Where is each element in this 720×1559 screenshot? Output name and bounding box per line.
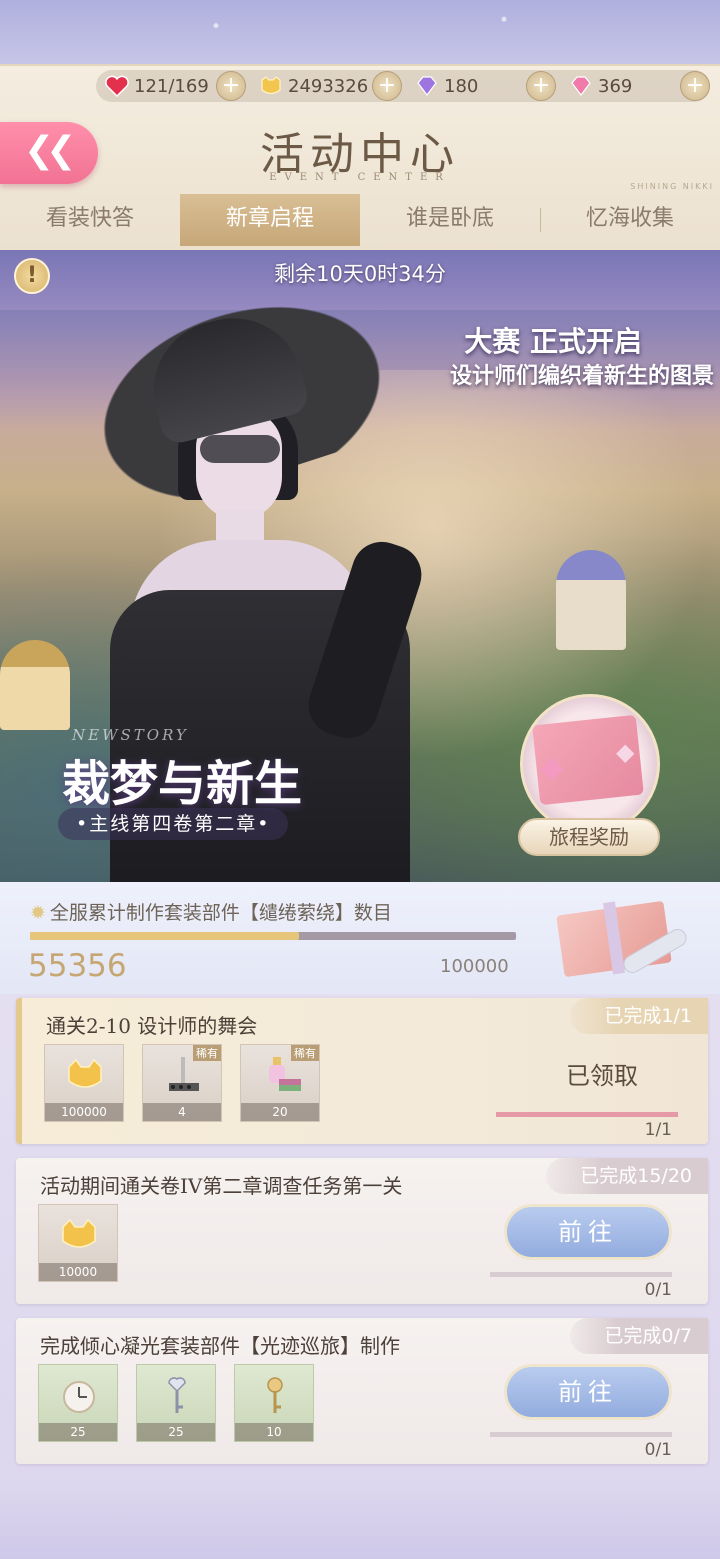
resource-stamina: 121/169	[104, 70, 209, 102]
task-title: 通关2-10 设计师的舞会	[46, 1014, 258, 1038]
journey-reward-button[interactable]: 旅程奖励	[518, 818, 660, 856]
gazebo-illustration	[556, 550, 626, 650]
reward-quantity: 25	[39, 1423, 117, 1441]
reward-quantity: 10	[235, 1423, 313, 1441]
story-english-label: NEWSTORY	[72, 726, 189, 744]
story-title: 裁梦与新生	[62, 756, 303, 812]
task-status-badge: 已完成1/1	[570, 998, 708, 1034]
tab-who-is-spy[interactable]: 谁是卧底	[360, 194, 540, 246]
resource-pink-diamond: 369	[568, 70, 632, 102]
task-title: 完成倾心凝光套装部件【光迹巡旅】制作	[40, 1334, 400, 1358]
stamina-value: 121/169	[134, 75, 209, 97]
page-subtitle: EVENT CENTER	[269, 172, 451, 183]
add-stamina-button[interactable]: +	[216, 71, 246, 101]
reward-item[interactable]: 25	[38, 1364, 118, 1442]
task-progress-track	[496, 1112, 678, 1117]
reward-item[interactable]: 10000	[38, 1204, 118, 1282]
tab-memory-collection[interactable]: 忆海收集	[540, 194, 720, 246]
reward-item[interactable]: 10	[234, 1364, 314, 1442]
coin-icon	[258, 74, 284, 98]
reward-quantity: 20	[241, 1103, 319, 1121]
task-progress-count: 0/1	[644, 1440, 672, 1460]
reward-quantity: 25	[137, 1423, 215, 1441]
event-banner[interactable]: ! 剩余10天0时34分 大赛 正式开启 设计师们编织着新生的图景 NEWSTO…	[0, 250, 720, 882]
go-button[interactable]: 前往	[504, 1364, 672, 1420]
promo-line-1: 大赛 正式开启	[464, 325, 642, 358]
pink-diamond-value: 369	[598, 75, 633, 97]
reward-quantity: 100000	[45, 1103, 123, 1121]
task-progress-count: 1/1	[644, 1120, 672, 1140]
add-coins-button[interactable]: +	[372, 71, 402, 101]
story-chapter-label: •主线第四卷第二章•	[58, 808, 289, 840]
purple-diamond-value: 180	[444, 75, 479, 97]
task-card: 活动期间通关卷IV第二章调查任务第一关 已完成15/20 10000 前往 0/…	[16, 1158, 708, 1304]
task-progress-track	[490, 1272, 672, 1277]
rare-badge: 稀有	[193, 1045, 221, 1061]
task-title: 活动期间通关卷IV第二章调查任务第一关	[40, 1174, 403, 1198]
resource-purple-diamond: 180	[414, 70, 478, 102]
server-progress-current: 55356	[28, 948, 127, 984]
tab-quick-quiz[interactable]: 看装快答	[0, 194, 180, 246]
server-progress-text: 全服累计制作套装部件【缱绻萦绕】数目	[49, 902, 392, 924]
task-card: 完成倾心凝光套装部件【光迹巡旅】制作 已完成0/7 25 25 10 前往 0/…	[16, 1318, 708, 1464]
add-purple-diamond-button[interactable]: +	[526, 71, 556, 101]
bottom-decorative-fade	[0, 1480, 720, 1559]
heart-icon	[104, 74, 130, 98]
gazebo-illustration-left	[0, 640, 70, 730]
purple-diamond-icon	[414, 74, 440, 98]
coin-value: 2493326	[288, 75, 369, 97]
reward-quantity: 10000	[39, 1263, 117, 1281]
task-progress-track	[490, 1432, 672, 1437]
server-progress-max: 100000	[440, 956, 509, 977]
reward-items: 10000	[38, 1204, 118, 1282]
flower-key-icon	[251, 1375, 299, 1415]
server-progress-fill	[30, 932, 300, 940]
gold-coin-icon	[61, 1055, 109, 1095]
task-card: 通关2-10 设计师的舞会 已完成1/1 100000 稀有 4 稀有 20 已…	[16, 998, 708, 1144]
server-progress-section: ✹ 全服累计制作套装部件【缱绻萦绕】数目 55356 100000	[0, 882, 720, 994]
rare-badge: 稀有	[291, 1045, 319, 1061]
reward-items: 25 25 10	[38, 1364, 314, 1442]
claimed-label: 已领取	[566, 1062, 638, 1090]
perfume-bottle-icon	[257, 1055, 305, 1095]
promo-line-2: 设计师们编织着新生的图景	[449, 363, 714, 389]
pocket-watch-icon	[55, 1375, 103, 1415]
lace-mask-illustration	[200, 435, 280, 463]
sparkle-icon: ✹	[30, 902, 46, 924]
pink-diamond-icon	[568, 74, 594, 98]
gold-coin-icon	[55, 1215, 103, 1255]
tab-bar: 看装快答 新章启程 谁是卧底 忆海收集	[0, 194, 720, 246]
reward-item[interactable]: 100000	[44, 1044, 124, 1122]
task-status-badge: 已完成15/20	[546, 1158, 708, 1194]
top-decorative-band	[0, 0, 720, 64]
task-progress-count: 0/1	[644, 1280, 672, 1300]
tab-new-chapter[interactable]: 新章启程	[180, 194, 360, 246]
gem-icon: ◆	[616, 738, 635, 766]
event-timer: 剩余10天0时34分	[274, 262, 446, 286]
server-progress-track	[30, 932, 516, 940]
add-pink-diamond-button[interactable]: +	[680, 71, 710, 101]
heart-key-icon	[153, 1375, 201, 1415]
server-progress-label: ✹ 全服累计制作套装部件【缱绻萦绕】数目	[30, 898, 392, 925]
go-button[interactable]: 前往	[504, 1204, 672, 1260]
resource-coins: 2493326	[258, 70, 368, 102]
reward-item[interactable]: 25	[136, 1364, 216, 1442]
task-status-badge: 已完成0/7	[570, 1318, 708, 1354]
reward-quantity: 4	[143, 1103, 221, 1121]
task-progress-fill	[496, 1112, 678, 1117]
brand-tag: SHINING NIKKI	[630, 182, 714, 191]
gem-icon: ◆	[540, 750, 564, 785]
makeup-brush-icon	[159, 1055, 207, 1095]
reward-item[interactable]: 稀有 20	[240, 1044, 320, 1122]
reward-items: 100000 稀有 4 稀有 20	[44, 1044, 320, 1122]
reward-item[interactable]: 稀有 4	[142, 1044, 222, 1122]
